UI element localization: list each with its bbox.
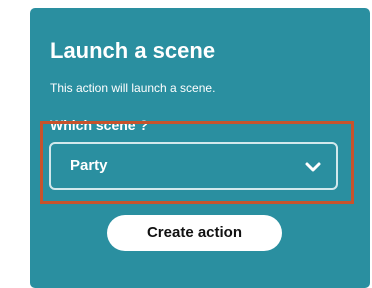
card-title: Launch a scene [50, 38, 216, 63]
action-card: Launch a scene This action will launch a… [30, 8, 370, 288]
scene-field-label: Which scene ? [50, 117, 149, 133]
chevron-down-icon [303, 157, 323, 177]
create-action-button[interactable]: Create action [107, 215, 282, 251]
scene-select-value: Party [70, 157, 108, 174]
card-description: This action will launch a scene. [50, 81, 216, 95]
scene-select[interactable]: Party [49, 142, 338, 190]
